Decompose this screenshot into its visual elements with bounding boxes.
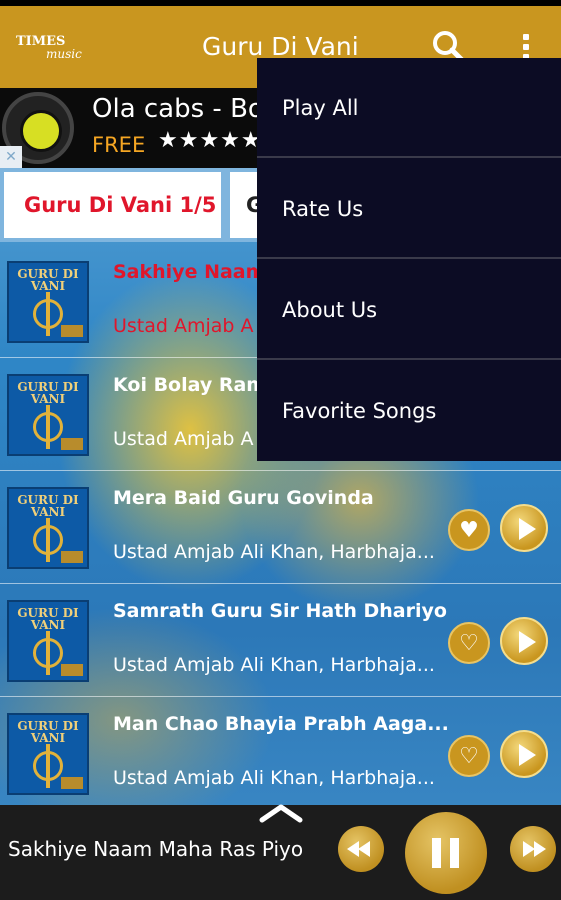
pause-button[interactable] bbox=[405, 812, 487, 894]
play-song-button[interactable] bbox=[500, 504, 548, 552]
song-title: Man Chao Bhayia Prabh Aaga... bbox=[113, 713, 449, 735]
song-title: Sakhiye Naam bbox=[113, 261, 266, 283]
play-song-button[interactable] bbox=[500, 730, 548, 778]
favorite-heart-outline-icon[interactable]: ♡ bbox=[448, 622, 490, 664]
tab-guru-di-vani-1[interactable]: Guru Di Vani 1/5 bbox=[4, 172, 221, 238]
list-item[interactable]: GURU DI VANI Samrath Guru Sir Hath Dhari… bbox=[0, 584, 561, 697]
ad-close-icon[interactable]: ✕ bbox=[0, 146, 22, 168]
list-item[interactable]: GURU DI VANI Man Chao Bhayia Prabh Aaga.… bbox=[0, 697, 561, 810]
logo-line2: music bbox=[46, 47, 82, 61]
album-art: GURU DI VANI bbox=[7, 374, 89, 456]
song-title: Mera Baid Guru Govinda bbox=[113, 487, 374, 509]
ad-title[interactable]: Ola cabs - Bo bbox=[92, 94, 264, 124]
album-art: GURU DI VANI bbox=[7, 713, 89, 795]
overflow-menu: Play All Rate Us About Us Favorite Songs bbox=[257, 58, 561, 461]
khanda-icon bbox=[33, 292, 63, 336]
app-title: Guru Di Vani bbox=[202, 32, 359, 61]
album-art: GURU DI VANI bbox=[7, 487, 89, 569]
now-playing-title: Sakhiye Naam Maha Ras Piyo bbox=[8, 837, 304, 861]
album-art: GURU DI VANI bbox=[7, 261, 89, 343]
khanda-icon bbox=[33, 631, 63, 675]
list-item[interactable]: GURU DI VANI Mera Baid Guru Govinda Usta… bbox=[0, 471, 561, 584]
chevron-up-icon[interactable] bbox=[258, 801, 304, 823]
song-artist: Ustad Amjab Ali Khan, Harbhaja... bbox=[113, 654, 435, 676]
mini-player: Sakhiye Naam Maha Ras Piyo bbox=[0, 804, 561, 900]
song-artist: Ustad Amjab Ali Khan, Harbhaja... bbox=[113, 541, 435, 563]
menu-item-favorite-songs[interactable]: Favorite Songs bbox=[257, 361, 561, 461]
song-title: Samrath Guru Sir Hath Dhariyo bbox=[113, 600, 447, 622]
rewind-button[interactable] bbox=[338, 826, 384, 872]
song-title: Koi Bolay Ram bbox=[113, 374, 267, 396]
favorite-heart-filled-icon[interactable]: ♥ bbox=[448, 509, 490, 551]
fast-forward-button[interactable] bbox=[510, 826, 556, 872]
song-artist: Ustad Amjab A bbox=[113, 428, 254, 450]
favorite-heart-outline-icon[interactable]: ♡ bbox=[448, 735, 490, 777]
khanda-icon bbox=[33, 744, 63, 788]
ad-rating-stars: ★★★★★ bbox=[158, 128, 262, 153]
menu-item-about-us[interactable]: About Us bbox=[257, 260, 561, 360]
song-artist: Ustad Amjab Ali Khan, Harbhaja... bbox=[113, 767, 435, 789]
times-music-logo: TIMES music bbox=[16, 35, 82, 61]
menu-item-rate-us[interactable]: Rate Us bbox=[257, 159, 561, 259]
khanda-icon bbox=[33, 518, 63, 562]
song-artist: Ustad Amjab A bbox=[113, 315, 254, 337]
play-song-button[interactable] bbox=[500, 617, 548, 665]
ad-price: FREE bbox=[92, 133, 146, 157]
khanda-icon bbox=[33, 405, 63, 449]
menu-item-play-all[interactable]: Play All bbox=[257, 58, 561, 158]
album-art: GURU DI VANI bbox=[7, 600, 89, 682]
